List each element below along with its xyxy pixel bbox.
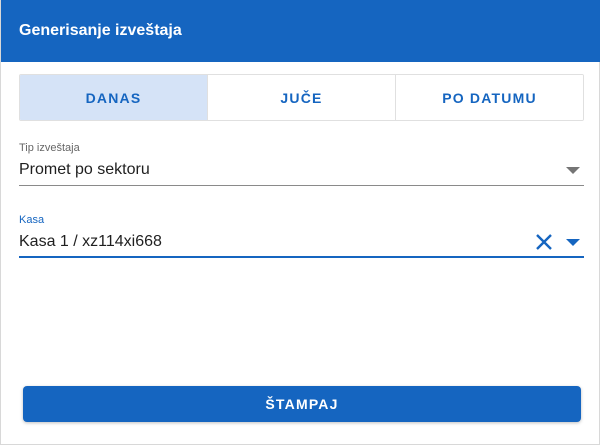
report-dialog: Generisanje izveštaja DANAS JUČE PO DATU… xyxy=(0,0,600,445)
report-type-value: Promet po sektoru xyxy=(19,161,150,178)
register-value: Kasa 1 / xz114xi668 xyxy=(19,233,162,250)
register-select[interactable]: Kasa Kasa 1 / xz114xi668 xyxy=(19,214,584,258)
print-button[interactable]: ŠTAMPAJ xyxy=(23,386,581,422)
tab-yesterday[interactable]: JUČE xyxy=(207,75,395,120)
report-type-label: Tip izveštaja xyxy=(19,142,80,154)
chevron-down-icon[interactable] xyxy=(566,167,580,174)
dialog-header: Generisanje izveštaja xyxy=(1,0,600,62)
chevron-down-icon[interactable] xyxy=(566,239,580,246)
report-type-select[interactable]: Tip izveštaja Promet po sektoru xyxy=(19,142,584,186)
tab-today[interactable]: DANAS xyxy=(20,75,207,120)
register-label: Kasa xyxy=(19,214,45,226)
dialog-title: Generisanje izveštaja xyxy=(19,22,182,39)
close-icon[interactable] xyxy=(535,233,553,251)
date-range-tabs: DANAS JUČE PO DATUMU xyxy=(19,74,584,121)
tab-by-date[interactable]: PO DATUMU xyxy=(395,75,583,120)
